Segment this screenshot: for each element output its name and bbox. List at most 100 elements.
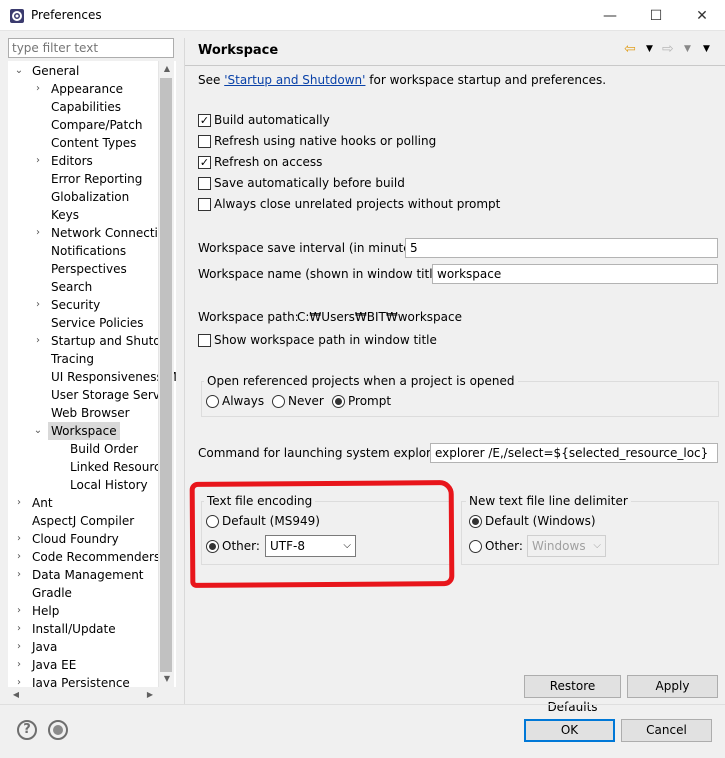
page-title: Workspace xyxy=(198,43,279,58)
expand-java-ee-icon[interactable]: › xyxy=(14,656,24,674)
filter-input[interactable] xyxy=(8,38,174,58)
expand-network-icon[interactable]: › xyxy=(33,224,43,242)
forward-arrow-icon[interactable]: ⇨ xyxy=(662,40,674,58)
expand-appearance-icon[interactable]: › xyxy=(33,80,43,98)
close-button[interactable]: ✕ xyxy=(679,0,725,31)
expand-java-persistence-icon[interactable]: › xyxy=(14,674,24,687)
workspace-path-label: Workspace path: xyxy=(198,310,299,324)
tree-item-compare-patch[interactable]: Compare/Patch xyxy=(51,116,142,134)
expand-code-recommenders-icon[interactable]: › xyxy=(14,548,24,566)
tree-item-aspectj-compiler[interactable]: AspectJ Compiler xyxy=(32,512,134,530)
tree-item-error-reporting[interactable]: Error Reporting xyxy=(51,170,142,188)
expand-security-icon[interactable]: › xyxy=(33,296,43,314)
startup-shutdown-link[interactable]: 'Startup and Shutdown' xyxy=(224,73,365,87)
delimiter-select[interactable]: Windows ⌵ xyxy=(527,535,606,557)
tree-item-web-browser[interactable]: Web Browser xyxy=(51,404,130,422)
tree-item-local-history[interactable]: Local History xyxy=(70,476,148,494)
delimiter-default-label: Default (Windows) xyxy=(485,514,596,528)
tree-item-globalization[interactable]: Globalization xyxy=(51,188,129,206)
view-menu-chevron-icon[interactable]: ▼ xyxy=(703,40,710,58)
save-interval-input[interactable]: 5 xyxy=(405,238,718,258)
open-never-radio[interactable] xyxy=(272,395,285,408)
cancel-button[interactable]: Cancel xyxy=(621,719,712,742)
scroll-down-icon[interactable]: ▼ xyxy=(159,671,175,687)
scroll-right-icon[interactable]: ▶ xyxy=(142,687,158,703)
tree-item-security[interactable]: Security xyxy=(51,296,100,314)
expand-data-management-icon[interactable]: › xyxy=(14,566,24,584)
tree-item-content-types[interactable]: Content Types xyxy=(51,134,136,152)
help-icon[interactable]: ? xyxy=(17,720,37,740)
workspace-name-label: Workspace name (shown in window title): xyxy=(198,267,449,281)
forward-menu-chevron-icon[interactable]: ▼ xyxy=(684,40,691,58)
expand-startup-icon[interactable]: › xyxy=(33,332,43,350)
refresh-native-hooks-checkbox[interactable] xyxy=(198,135,211,148)
maximize-button[interactable]: ☐ xyxy=(633,0,679,31)
build-automatically-label: Build automatically xyxy=(214,113,330,127)
expand-install-update-icon[interactable]: › xyxy=(14,620,24,638)
tree-item-java-persistence[interactable]: Java Persistence xyxy=(32,674,130,687)
expand-ant-icon[interactable]: › xyxy=(14,494,24,512)
tree-item-help[interactable]: Help xyxy=(32,602,59,620)
delimiter-default-radio[interactable] xyxy=(469,515,482,528)
tree-item-user-storage[interactable]: User Storage Servic xyxy=(51,386,170,404)
expand-cloud-foundry-icon[interactable]: › xyxy=(14,530,24,548)
open-prompt-radio[interactable] xyxy=(332,395,345,408)
tree-item-java-ee[interactable]: Java EE xyxy=(32,656,76,674)
tree-item-capabilities[interactable]: Capabilities xyxy=(51,98,121,116)
show-path-checkbox[interactable] xyxy=(198,334,211,347)
tree-item-data-management[interactable]: Data Management xyxy=(32,566,144,584)
minimize-button[interactable]: — xyxy=(587,0,633,31)
tree-item-general[interactable]: General xyxy=(32,62,79,80)
ok-button[interactable]: OK xyxy=(524,719,615,742)
tree-item-install-update[interactable]: Install/Update xyxy=(32,620,116,638)
tree-item-appearance[interactable]: Appearance xyxy=(51,80,123,98)
tree-horizontal-scrollbar[interactable]: ◀ ▶ xyxy=(8,687,158,703)
tree-item-startup-shutdown[interactable]: Startup and Shutdo xyxy=(51,332,168,350)
delimiter-other-radio[interactable] xyxy=(469,540,482,553)
tree-item-ant[interactable]: Ant xyxy=(32,494,53,512)
collapse-general-icon[interactable]: ⌄ xyxy=(14,62,24,80)
tree-item-perspectives[interactable]: Perspectives xyxy=(51,260,127,278)
scroll-left-icon[interactable]: ◀ xyxy=(8,687,24,703)
close-unrelated-checkbox[interactable] xyxy=(198,198,211,211)
tree-item-service-policies[interactable]: Service Policies xyxy=(51,314,144,332)
back-menu-chevron-icon[interactable]: ▼ xyxy=(646,40,653,58)
expand-help-icon[interactable]: › xyxy=(14,602,24,620)
tree-item-cloud-foundry[interactable]: Cloud Foundry xyxy=(32,530,119,548)
tree-item-gradle[interactable]: Gradle xyxy=(32,584,72,602)
apply-button[interactable]: Apply xyxy=(627,675,718,698)
tree-item-build-order[interactable]: Build Order xyxy=(70,440,138,458)
expand-java-icon[interactable]: › xyxy=(14,638,24,656)
explorer-command-input[interactable]: explorer /E,/select=${selected_resource_… xyxy=(430,443,718,463)
save-before-build-checkbox[interactable] xyxy=(198,177,211,190)
window-title: Preferences xyxy=(31,8,102,22)
tree-item-java[interactable]: Java xyxy=(32,638,57,656)
tree-item-tracing[interactable]: Tracing xyxy=(51,350,94,368)
tree-item-editors[interactable]: Editors xyxy=(51,152,93,170)
restore-defaults-button[interactable]: Restore Defaults xyxy=(524,675,621,714)
import-export-icon[interactable] xyxy=(48,720,68,740)
expand-editors-icon[interactable]: › xyxy=(33,152,43,170)
tree-item-linked-resources[interactable]: Linked Resource xyxy=(70,458,168,476)
delimiter-select-value: Windows xyxy=(532,539,586,553)
tree-item-workspace-selected[interactable]: Workspace xyxy=(48,422,120,440)
save-interval-label: Workspace save interval (in minutes): xyxy=(198,241,426,255)
open-always-label: Always xyxy=(222,394,265,408)
tree-item-network-connections[interactable]: Network Connectio xyxy=(51,224,165,242)
tree-item-notifications[interactable]: Notifications xyxy=(51,242,126,260)
scroll-up-icon[interactable]: ▲ xyxy=(159,61,175,77)
title-bar: Preferences — ☐ ✕ xyxy=(0,0,725,31)
refresh-on-access-checkbox[interactable]: ✓ xyxy=(198,156,211,169)
tree-item-keys[interactable]: Keys xyxy=(51,206,79,224)
preference-tree[interactable]: ⌄ General › Appearance Capabilities Comp… xyxy=(8,61,176,687)
refresh-native-hooks-label: Refresh using native hooks or polling xyxy=(214,134,437,148)
back-arrow-icon[interactable]: ⇦ xyxy=(624,40,636,58)
tree-scroll-thumb[interactable] xyxy=(160,78,172,672)
build-automatically-checkbox[interactable]: ✓ xyxy=(198,114,211,127)
see-startup-text: See 'Startup and Shutdown' for workspace… xyxy=(198,73,606,87)
collapse-workspace-icon[interactable]: ⌄ xyxy=(33,422,43,440)
workspace-name-input[interactable]: workspace xyxy=(432,264,718,284)
open-always-radio[interactable] xyxy=(206,395,219,408)
tree-item-search[interactable]: Search xyxy=(51,278,92,296)
tree-item-code-recommenders[interactable]: Code Recommenders xyxy=(32,548,160,566)
